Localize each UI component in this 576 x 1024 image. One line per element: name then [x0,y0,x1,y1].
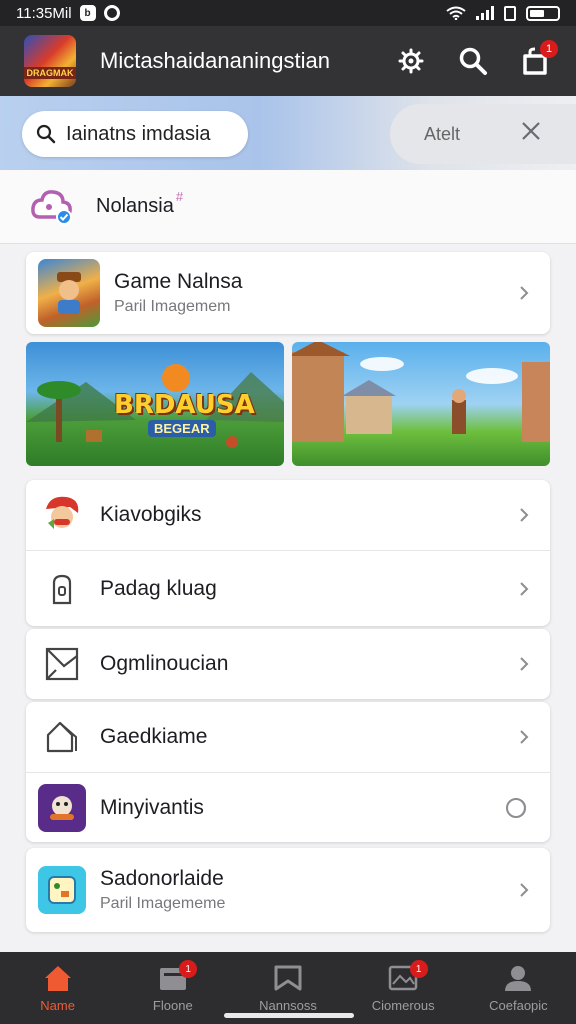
game-banner-left[interactable]: BRDAUSA BEGEAR [26,342,284,466]
profile-mark: # [175,189,184,204]
sync-icon [103,5,120,21]
featured-game-card[interactable]: Game Nalnsa Paril Imagemem [26,252,550,334]
puzzle-game-icon [48,876,76,904]
banner-scene-village [292,342,550,442]
close-icon[interactable] [520,120,542,142]
banner-subtitle: BEGEAR [148,420,216,437]
search-icon [459,47,487,75]
home-icon [44,965,71,991]
gear-icon [398,48,424,74]
game-title: Sadonorlaide [100,867,224,890]
sim-icon [504,5,516,21]
game-row[interactable]: Sadonorlaide Paril Imagememe [26,848,550,932]
menu-item-icon-wrap [38,640,86,688]
banner-title: BRDAUSA [114,390,255,420]
menu-card-secondary: Ogmlinoucian [26,629,550,699]
featured-game-subtitle: Paril Imagemem [114,298,231,315]
profile-row[interactable]: Nolansia # [0,170,576,244]
nav-label: Coefaopic [489,997,548,1013]
settings-button[interactable] [394,44,428,78]
game-thumbnail [38,259,100,327]
app-logo-text: DRAGMAK [24,67,76,79]
status-bar: 11:35Mil b [0,0,576,26]
chevron-right-icon [520,657,529,671]
menu-item-label: Kiavobgiks [100,503,202,526]
search-action-panel: Atelt [390,104,576,164]
nav-badge: 1 [179,960,198,978]
nav-label: Name [40,997,75,1013]
app-logo[interactable]: DRAGMAK [24,35,76,87]
nav-home[interactable]: Name [0,952,115,1024]
nav-label: Floone [152,997,193,1013]
nav-floone[interactable]: 1 Floone [115,952,230,1024]
notification-count-badge: 1 [540,40,558,58]
game-banner-right[interactable] [292,342,550,466]
search-action-button[interactable]: Atelt [424,124,460,145]
menu-item-icon-wrap [38,713,86,761]
menu-item-icon-wrap [38,491,86,539]
menu-card-primary: Kiavobgiks Padag kluag [26,480,550,626]
character-icon [57,272,81,314]
app-header: DRAGMAK Mictashaidananingstian 1 [0,26,576,96]
search-button[interactable] [456,44,490,78]
profile-icon [505,965,532,991]
featured-game-row[interactable]: Game Nalnsa Paril Imagemem [26,252,550,334]
battery-icon [526,5,560,21]
game-mascot-icon [50,795,74,820]
chevron-right-icon [520,508,529,522]
chevron-right-icon [520,581,529,596]
nav-label: Ciomerous [371,997,435,1013]
home-indicator[interactable] [224,1013,354,1018]
menu-item-icon-wrap [38,565,86,613]
menu-item-label: Minyivantis [100,795,204,819]
red-hair-character-icon [46,496,79,529]
map-frame-icon [45,647,79,681]
profile-name: Nolansia [96,195,174,217]
app-title: Mictashaidananingstian [100,48,330,73]
search-placeholder: Iainatns imdasia [66,122,211,145]
chevron-right-icon [520,730,529,744]
menu-item-icon-wrap [38,783,86,832]
chevron-right-icon [520,286,529,300]
game-thumbnail [38,866,86,914]
featured-game-title: Game Nalnsa [114,270,243,293]
signal-icon [476,6,494,20]
menu-item-padag-kluag[interactable]: Padag kluag [26,550,550,626]
search-icon [36,124,56,144]
loading-ring-icon [506,797,526,818]
nav-coefaopic[interactable]: Coefaopic [461,952,576,1024]
search-input[interactable]: Iainatns imdasia [22,111,248,157]
notification-app-icon: b [79,5,96,21]
menu-item-gaedkiame[interactable]: Gaedkiame [26,702,550,772]
nav-badge: 1 [409,960,428,978]
lock-bag-icon [52,574,72,604]
menu-item-label: Ogmlinoucian [100,652,229,675]
cloud-avatar-icon [31,189,72,225]
menu-item-label: Gaedkiame [100,725,208,748]
status-time: 11:35Mil [16,4,72,22]
menu-item-minyivantis[interactable]: Minyivantis [26,772,550,842]
wifi-icon [446,6,466,20]
notifications-button[interactable]: 1 [518,40,558,78]
chevron-right-icon [520,883,529,897]
menu-item-label: Padag kluag [100,576,217,600]
flag-icon [274,965,302,990]
menu-card-tertiary: Gaedkiame Minyivantis [26,702,550,842]
house-outline-icon [46,721,77,753]
game-subtitle: Paril Imagememe [100,895,226,912]
nav-label: Nannsoss [259,997,317,1013]
menu-item-kiavobgiks[interactable]: Kiavobgiks [26,480,550,550]
nav-ciomerous[interactable]: 1 Ciomerous [346,952,461,1024]
search-bar-area: Iainatns imdasia Atelt [0,96,576,170]
game-card-sadonorlaide[interactable]: Sadonorlaide Paril Imagememe [26,848,550,932]
menu-item-ogmlinoucian[interactable]: Ogmlinoucian [26,629,550,699]
